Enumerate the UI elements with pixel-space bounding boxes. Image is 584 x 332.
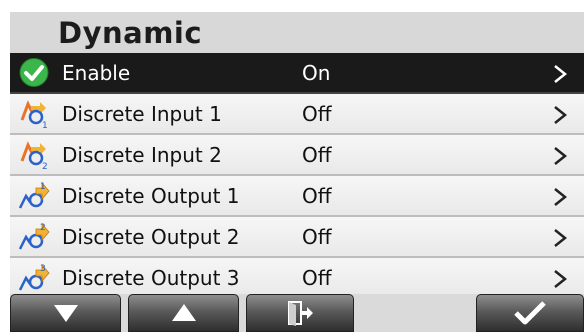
chevron-right-icon	[554, 65, 567, 83]
item-value: Off	[302, 102, 332, 126]
check-circle-icon	[19, 58, 49, 87]
list-item-enable[interactable]: Enable On	[10, 53, 584, 94]
icon-subscript: 2	[42, 162, 48, 170]
settings-list: Enable On 1 Discrete Input 1 Off 2 Discr…	[10, 53, 584, 299]
list-item-discrete-output-2[interactable]: 2 Discrete Output 2 Off	[10, 217, 584, 258]
icon-subscript: 1	[40, 182, 46, 192]
discrete-input-icon: 1	[20, 100, 48, 129]
terminal-screen: Dynamic Enable On 1 Discrete Input 1 Off…	[0, 0, 584, 332]
item-value: Off	[302, 225, 332, 249]
icon-subscript: 3	[40, 264, 46, 274]
chevron-right-icon	[554, 270, 567, 288]
discrete-input-icon: 2	[20, 141, 48, 170]
checkmark-icon	[514, 301, 546, 325]
list-item-discrete-output-1[interactable]: 1 Discrete Output 1 Off	[10, 176, 584, 217]
list-item-discrete-input-2[interactable]: 2 Discrete Input 2 Off	[10, 135, 584, 176]
chevron-right-icon	[554, 147, 567, 165]
icon-subscript: 2	[40, 223, 46, 233]
item-value: Off	[302, 143, 332, 167]
item-value: Off	[302, 266, 332, 290]
discrete-output-icon: 1	[18, 181, 50, 209]
list-item-discrete-input-1[interactable]: 1 Discrete Input 1 Off	[10, 94, 584, 135]
icon-subscript: 1	[42, 121, 48, 129]
item-value: On	[302, 61, 331, 85]
softkey-bar	[10, 294, 584, 332]
arrow-down-icon	[53, 305, 78, 322]
item-label: Enable	[62, 61, 131, 85]
item-label: Discrete Output 3	[62, 266, 240, 290]
item-label: Discrete Input 2	[62, 143, 222, 167]
item-label: Discrete Input 1	[62, 102, 222, 126]
chevron-right-icon	[554, 229, 567, 247]
list-item-discrete-output-3[interactable]: 3 Discrete Output 3 Off	[10, 258, 584, 299]
item-label: Discrete Output 1	[62, 184, 240, 208]
chevron-right-icon	[554, 106, 567, 124]
discrete-output-icon: 3	[18, 263, 50, 291]
discrete-output-icon: 2	[18, 222, 50, 250]
menu-frame: Dynamic Enable On 1 Discrete Input 1 Off…	[10, 12, 584, 332]
page-title: Dynamic	[58, 16, 203, 50]
title-bar: Dynamic	[10, 12, 584, 53]
item-value: Off	[302, 184, 332, 208]
exit-door-icon	[288, 301, 313, 326]
scroll-up-button[interactable]	[128, 294, 239, 332]
item-label: Discrete Output 2	[62, 225, 240, 249]
exit-button[interactable]	[246, 294, 354, 332]
confirm-button[interactable]	[476, 294, 584, 332]
chevron-right-icon	[554, 188, 567, 206]
scroll-down-button[interactable]	[10, 294, 121, 332]
arrow-up-icon	[171, 304, 196, 321]
